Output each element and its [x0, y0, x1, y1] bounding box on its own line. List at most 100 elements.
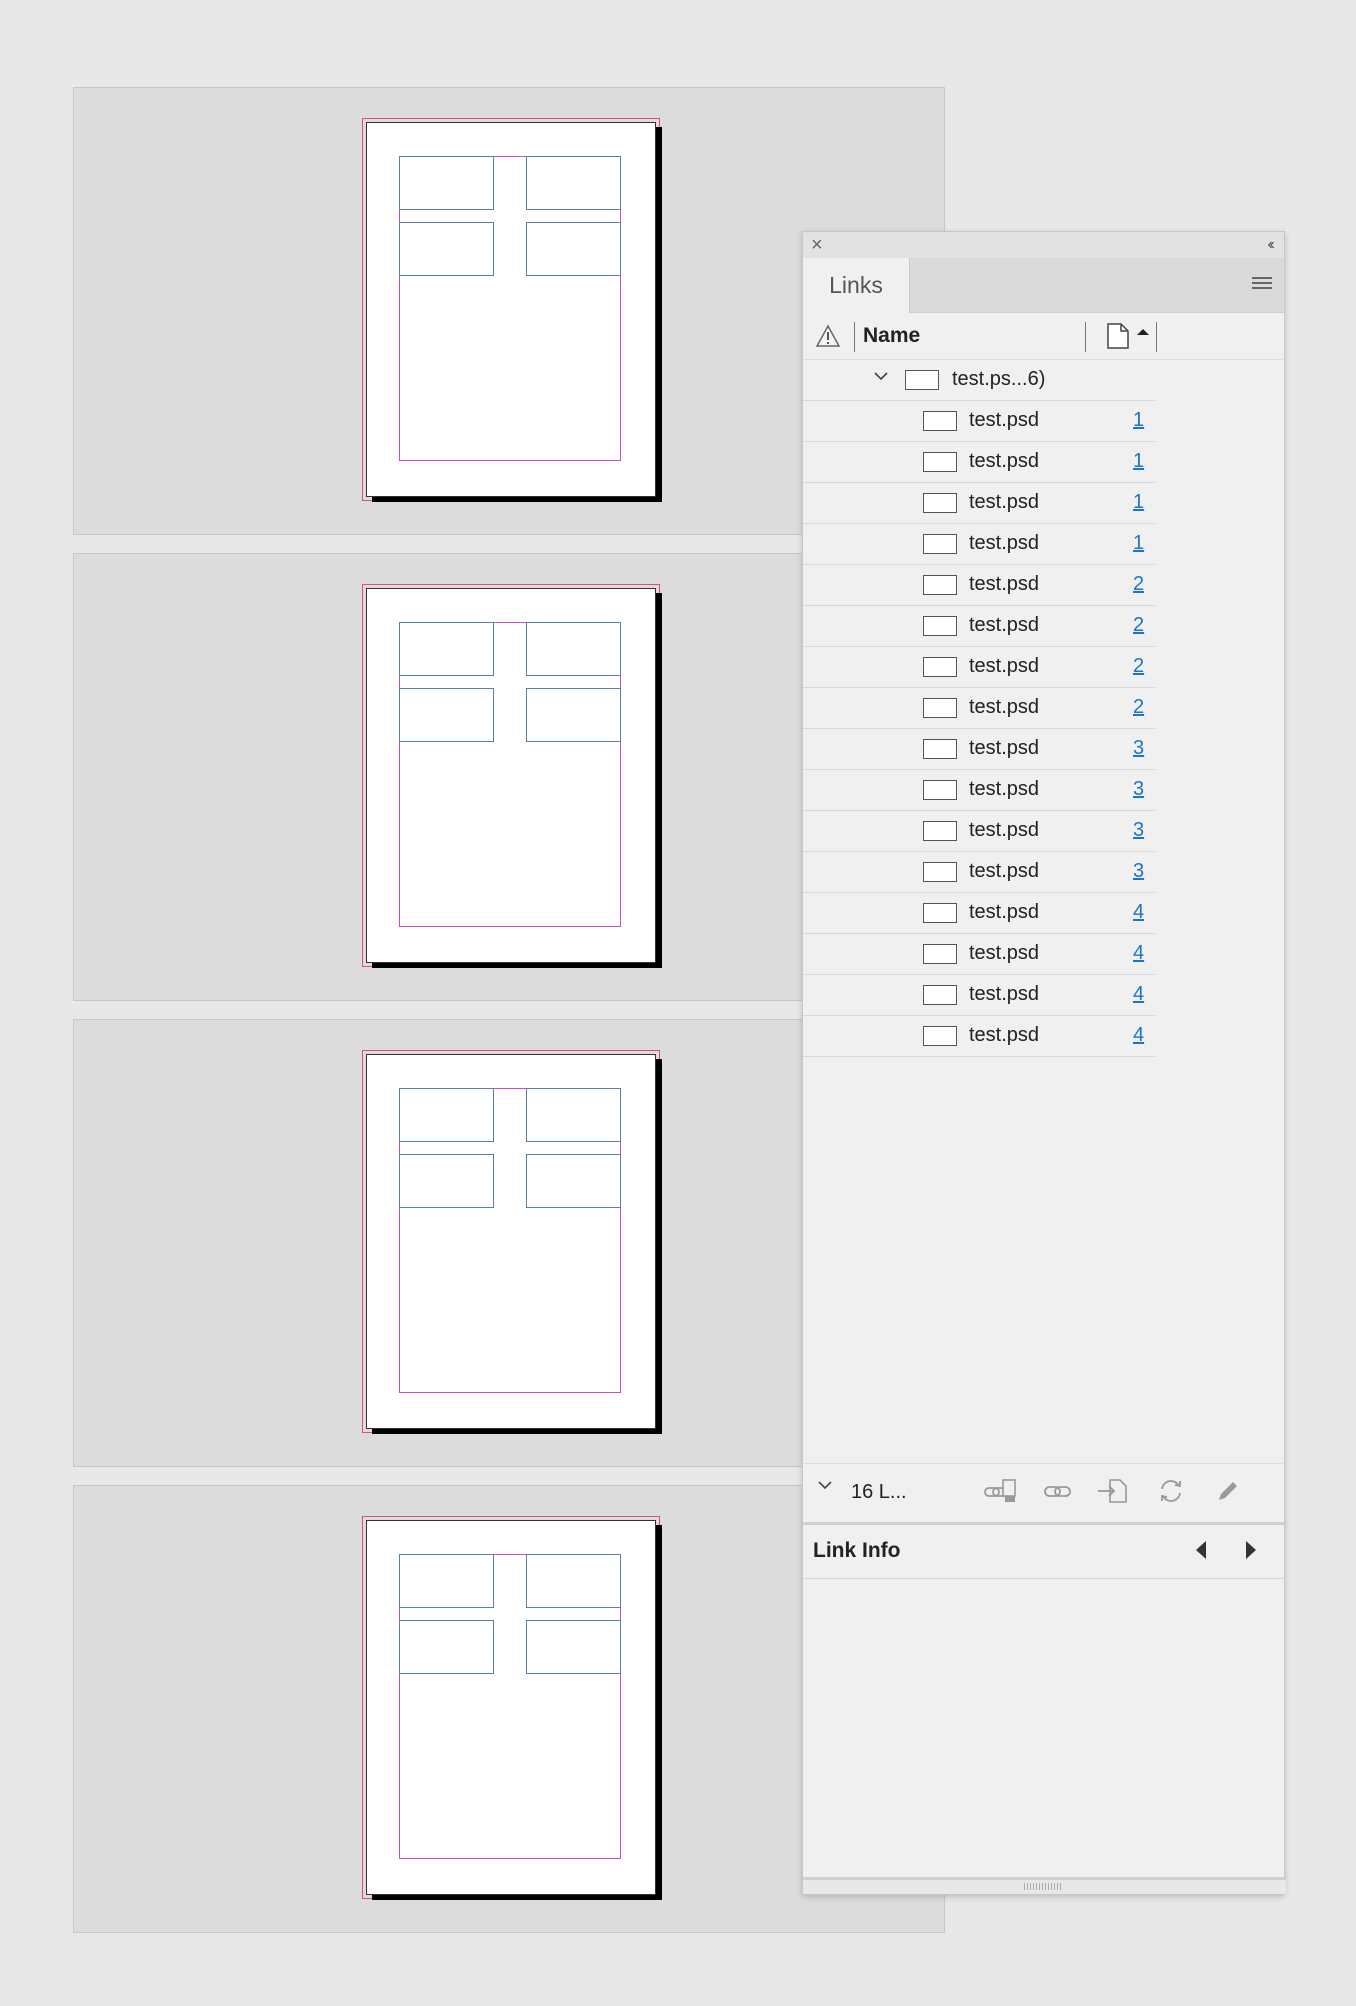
page-number-link[interactable]: 1: [1133, 532, 1144, 555]
link-thumbnail: [923, 903, 957, 923]
link-name: test.psd: [969, 860, 1040, 882]
tab-links[interactable]: Links: [803, 258, 910, 313]
page-number-link[interactable]: 2: [1133, 614, 1144, 637]
link-thumbnail: [923, 657, 957, 677]
page-number-link[interactable]: 2: [1133, 573, 1144, 596]
document-page[interactable]: [366, 1054, 656, 1429]
sort-ascending-icon[interactable]: [1137, 329, 1149, 335]
panel-resize-bar[interactable]: [803, 1877, 1286, 1894]
name-column-header[interactable]: Name: [863, 324, 920, 348]
panel-titlebar[interactable]: × ‹‹: [803, 232, 1284, 259]
document-page[interactable]: [366, 122, 656, 497]
image-frame[interactable]: [399, 222, 494, 276]
panel-menu-icon[interactable]: [1252, 277, 1272, 291]
page-number-link[interactable]: 4: [1133, 1024, 1144, 1047]
page-number-link[interactable]: 3: [1133, 778, 1144, 801]
link-thumbnail: [923, 493, 957, 513]
link-row[interactable]: test.psd 2: [803, 647, 1155, 688]
image-frame[interactable]: [399, 1088, 494, 1142]
image-frame[interactable]: [526, 1554, 621, 1608]
page-number-link[interactable]: 1: [1133, 491, 1144, 514]
image-frame[interactable]: [526, 222, 621, 276]
go-to-link-icon[interactable]: [1096, 1478, 1130, 1504]
image-frame[interactable]: [399, 1620, 494, 1674]
image-frame[interactable]: [399, 156, 494, 210]
link-thumbnail: [923, 944, 957, 964]
panel-toolbar: 16 L...: [803, 1463, 1286, 1525]
image-frame[interactable]: [526, 1088, 621, 1142]
warning-icon[interactable]: [815, 324, 841, 348]
chevron-down-icon[interactable]: [873, 368, 889, 389]
image-frame[interactable]: [399, 688, 494, 742]
link-count-label: 16 L...: [851, 1481, 907, 1503]
link-thumbnail: [923, 1026, 957, 1046]
image-frame[interactable]: [399, 1154, 494, 1208]
link-name: test.psd: [969, 737, 1040, 759]
column-separator[interactable]: [1085, 322, 1086, 352]
link-row[interactable]: test.psd 4: [803, 1016, 1155, 1057]
column-header: Name: [803, 313, 1286, 360]
page-number-link[interactable]: 4: [1133, 983, 1144, 1006]
link-name: test.psd: [969, 573, 1040, 595]
page-number-link[interactable]: 2: [1133, 655, 1144, 678]
close-icon[interactable]: ×: [811, 233, 823, 257]
link-info-title: Link Info: [813, 1539, 901, 1562]
link-row[interactable]: test.psd 4: [803, 975, 1155, 1016]
document-page[interactable]: [366, 588, 656, 963]
edit-original-icon[interactable]: [1213, 1478, 1241, 1504]
link-name: test.psd: [969, 778, 1040, 800]
link-name: test.psd: [969, 532, 1040, 554]
page-number-link[interactable]: 2: [1133, 696, 1144, 719]
link-row[interactable]: test.psd 1: [803, 401, 1155, 442]
page-number-link[interactable]: 1: [1133, 409, 1144, 432]
link-row[interactable]: test.psd 1: [803, 442, 1155, 483]
link-row[interactable]: test.psd 2: [803, 606, 1155, 647]
page-number-link[interactable]: 1: [1133, 450, 1144, 473]
links-panel: × ‹‹ Links Name test.ps...6) test.psd 1: [802, 231, 1286, 1895]
page-number-link[interactable]: 3: [1133, 860, 1144, 883]
link-thumbnail: [923, 821, 957, 841]
relink-icon[interactable]: [1043, 1478, 1073, 1504]
update-link-icon[interactable]: [1157, 1478, 1185, 1504]
link-name: test.psd: [969, 491, 1040, 513]
link-row[interactable]: test.psd 4: [803, 893, 1155, 934]
page-number-link[interactable]: 4: [1133, 901, 1144, 924]
image-frame[interactable]: [526, 622, 621, 676]
link-group-row[interactable]: test.ps...6): [803, 360, 1155, 401]
document-page[interactable]: [366, 1520, 656, 1895]
image-frame[interactable]: [399, 622, 494, 676]
page-number-link[interactable]: 3: [1133, 737, 1144, 760]
image-frame[interactable]: [399, 1554, 494, 1608]
page-icon[interactable]: [1106, 323, 1130, 349]
page-number-link[interactable]: 4: [1133, 942, 1144, 965]
image-frame[interactable]: [526, 1620, 621, 1674]
column-separator[interactable]: [1156, 322, 1157, 352]
link-name: test.psd: [969, 901, 1040, 923]
link-row[interactable]: test.psd 1: [803, 524, 1155, 565]
link-name: test.psd: [969, 983, 1040, 1005]
link-row[interactable]: test.psd 2: [803, 688, 1155, 729]
link-row[interactable]: test.psd 1: [803, 483, 1155, 524]
link-name: test.psd: [969, 942, 1040, 964]
resize-grip-icon[interactable]: [1024, 1883, 1062, 1890]
link-row[interactable]: test.psd 4: [803, 934, 1155, 975]
link-row[interactable]: test.psd 3: [803, 852, 1155, 893]
image-frame[interactable]: [526, 1154, 621, 1208]
link-name: test.psd: [969, 655, 1040, 677]
image-frame[interactable]: [526, 688, 621, 742]
image-frame[interactable]: [526, 156, 621, 210]
link-thumbnail: [923, 739, 957, 759]
chevron-down-icon[interactable]: [817, 1477, 833, 1498]
next-arrow-icon[interactable]: [1246, 1541, 1256, 1559]
collapse-icon[interactable]: ‹‹: [1267, 234, 1274, 256]
relink-from-cc-libraries-icon[interactable]: [981, 1478, 1017, 1504]
link-name: test.psd: [969, 614, 1040, 636]
previous-arrow-icon[interactable]: [1196, 1541, 1206, 1559]
link-row[interactable]: test.psd 3: [803, 770, 1155, 811]
link-row[interactable]: test.psd 2: [803, 565, 1155, 606]
link-name: test.psd: [969, 1024, 1040, 1046]
link-row[interactable]: test.psd 3: [803, 729, 1155, 770]
link-row[interactable]: test.psd 3: [803, 811, 1155, 852]
column-separator[interactable]: [854, 322, 855, 352]
page-number-link[interactable]: 3: [1133, 819, 1144, 842]
